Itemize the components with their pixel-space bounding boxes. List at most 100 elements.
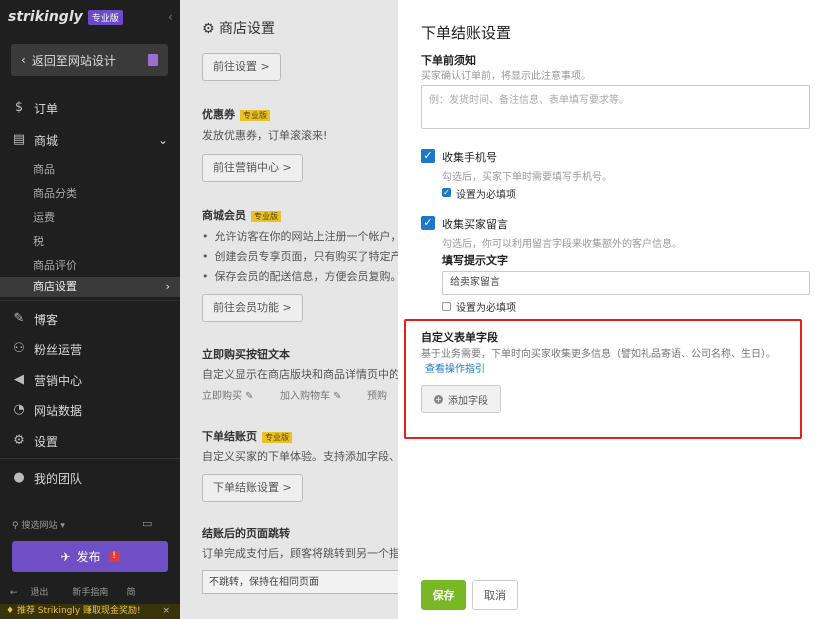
notice-textarea[interactable]: 例：发货时间、备注信息、表单填写要求等。	[421, 85, 810, 129]
coupon-desc: 发放优惠券，订单滚滚来!	[202, 129, 328, 142]
publish-label: 发布	[76, 550, 101, 564]
sidebar-item-store[interactable]: ▤ 商城 ⌄	[0, 132, 180, 148]
notice-label: 下单前须知	[421, 54, 476, 67]
redirect-desc: 订单完成支付后，顾客将跳转到另一个指定	[202, 547, 398, 560]
users-icon: ⚇	[13, 341, 25, 356]
member-title: 商城会员 专业版	[202, 207, 281, 223]
sidebar-subitem-shipping[interactable]: 运费	[33, 209, 55, 225]
logout-link[interactable]: ← 退出	[10, 585, 48, 598]
goto-marketing-button[interactable]: 前往营销中心 >	[202, 154, 303, 182]
sidebar-item-label: 订单	[34, 101, 59, 116]
message-required-checkbox[interactable]	[442, 302, 451, 311]
collect-message-checkbox[interactable]: ✓	[421, 216, 435, 230]
add-to-cart-edit-link[interactable]: 加入购物车 ✎	[280, 387, 342, 402]
store-icon: ▤	[12, 132, 26, 147]
back-to-design-button[interactable]: ‹ 返回至网站设计	[11, 44, 168, 76]
promo-bar[interactable]: ♦ 推荐 Strikingly 赚取现金奖励! ×	[0, 604, 180, 619]
pro-badge: 专业版	[87, 9, 123, 25]
preorder-edit-link[interactable]: 预购	[367, 387, 387, 402]
save-button[interactable]: 保存	[421, 580, 466, 610]
plus-icon: +	[434, 394, 443, 404]
collapse-icon[interactable]: ‹	[168, 10, 173, 24]
checkout-settings-panel: 下单结账设置 下单前须知 买家确认订单前，将显示此注意事项。 例：发货时间、备注…	[398, 0, 823, 619]
sidebar-item-analytics[interactable]: ◔ 网站数据	[0, 402, 180, 418]
sidebar-item-blog[interactable]: ✎ 博客	[0, 311, 180, 327]
divider	[0, 300, 180, 301]
checkout-title: 下单结账页 专业版	[202, 428, 292, 444]
custom-fields-label: 自定义表单字段	[421, 331, 498, 344]
redirect-title: 结账后的页面跳转	[202, 527, 290, 540]
sidebar-item-label: 商店设置	[33, 280, 77, 293]
sidebar-subitem-categories[interactable]: 商品分类	[33, 185, 77, 201]
language-link[interactable]: 简	[126, 585, 135, 598]
panel-title: 下单结账设置	[421, 24, 512, 42]
page-title: ⚙ 商店设置	[202, 21, 276, 37]
site-search[interactable]: ⚲ 搜选网站 ▾	[12, 518, 65, 531]
sidebar-item-label: 商城	[34, 133, 59, 148]
megaphone-icon: ◀	[14, 372, 24, 387]
sidebar-item-label: 博客	[34, 312, 59, 327]
sidebar-subitem-tax[interactable]: 税	[33, 233, 44, 249]
buynow-title: 立即购买按钮文本	[202, 348, 290, 361]
sidebar-subitem-reviews[interactable]: 商品评价	[33, 257, 77, 273]
logo[interactable]: strikingly	[8, 9, 83, 25]
sidebar-item-label: 营销中心	[34, 373, 83, 388]
buynow-desc: 自定义显示在商店版块和商品详情页中的按	[202, 368, 398, 381]
collect-phone-checkbox[interactable]: ✓	[421, 149, 435, 163]
sidebar-item-fans[interactable]: ⚇ 粉丝运营	[0, 341, 180, 357]
team-icon: ●	[13, 470, 25, 485]
goto-member-button[interactable]: 前往会员功能 >	[202, 294, 303, 322]
store-settings-page: ⚙ 商店设置 前往设置 > 优惠券 专业版 发放优惠券，订单滚滚来! 前往营销中心…	[180, 0, 398, 619]
collect-message-label: 收集买家留言	[442, 218, 508, 231]
phone-required-checkbox[interactable]: ✓	[442, 188, 451, 197]
dollar-icon: $	[14, 100, 24, 115]
pro-badge: 专业版	[262, 432, 292, 443]
checkout-settings-button[interactable]: 下单结账设置 >	[202, 474, 303, 502]
buynow-edit-link[interactable]: 立即购买 ✎	[202, 387, 254, 402]
warning-badge: !	[108, 551, 120, 562]
publish-button[interactable]: ✈ 发布 !	[12, 541, 168, 572]
coupon-title: 优惠券 专业版	[202, 106, 270, 122]
pen-icon: ✎	[13, 311, 25, 326]
guide-link[interactable]: 新手指南	[72, 585, 108, 598]
cancel-button[interactable]: 取消	[472, 580, 518, 610]
close-icon[interactable]: ×	[162, 604, 170, 619]
chevron-right-icon: ›	[165, 280, 170, 293]
pie-chart-icon: ◔	[13, 402, 25, 417]
prompt-label: 填写提示文字	[442, 254, 508, 267]
logo-row: strikingly 专业版	[0, 0, 180, 34]
gift-icon: ♦	[6, 606, 17, 616]
divider	[0, 458, 180, 459]
sidebar-item-orders[interactable]: $ 订单	[0, 100, 180, 116]
sidebar-item-label: 粉丝运营	[34, 342, 83, 357]
back-label: 返回至网站设计	[31, 53, 116, 68]
sidebar-subitem-store-settings[interactable]: 商店设置 ›	[0, 277, 180, 297]
sidebar-item-team[interactable]: ● 我的团队	[0, 470, 180, 486]
notice-placeholder: 例：发货时间、备注信息、表单填写要求等。	[429, 95, 629, 106]
sidebar-item-marketing[interactable]: ◀ 营销中心	[0, 372, 180, 388]
chevron-down-icon: ⌄	[157, 133, 168, 147]
chevron-left-icon: ‹	[21, 53, 26, 67]
prompt-input[interactable]: 给卖家留言	[442, 271, 810, 295]
pro-badge: 专业版	[240, 110, 270, 121]
message-hint: 勾选后，你可以利用留言字段来收集额外的客户信息。	[442, 239, 682, 250]
sidebar-item-label: 我的团队	[34, 471, 83, 486]
rocket-icon: ✈	[60, 549, 71, 564]
goto-settings-button[interactable]: 前往设置 >	[202, 53, 281, 81]
page-icon	[148, 54, 158, 66]
monitor-icon[interactable]: ▭	[142, 517, 152, 530]
custom-fields-hint: 基于业务需要，下单时向买家收集更多信息（譬如礼品寄语、公司名称、生日）。	[421, 349, 776, 360]
redirect-select[interactable]: 不跳转，保持在相同页面	[202, 570, 398, 594]
add-field-button[interactable]: + 添加字段	[421, 385, 501, 413]
collect-phone-label: 收集手机号	[442, 151, 497, 164]
promo-text: 推荐 Strikingly 赚取现金奖励!	[16, 606, 141, 616]
help-link[interactable]: 查看操作指引	[425, 360, 485, 375]
member-item: 保存会员的配送信息，方便会员复购。	[202, 268, 399, 284]
sidebar-subitem-products[interactable]: 商品	[33, 161, 55, 177]
site-search-label: 搜选网站	[21, 521, 58, 531]
message-required-label: 设置为必填项	[456, 303, 516, 314]
pro-badge: 专业版	[251, 211, 281, 222]
gear-icon: ⚙	[202, 21, 220, 37]
sidebar-item-settings[interactable]: ⚙ 设置	[0, 433, 180, 449]
phone-hint: 勾选后，买家下单时需要填写手机号。	[442, 172, 612, 183]
